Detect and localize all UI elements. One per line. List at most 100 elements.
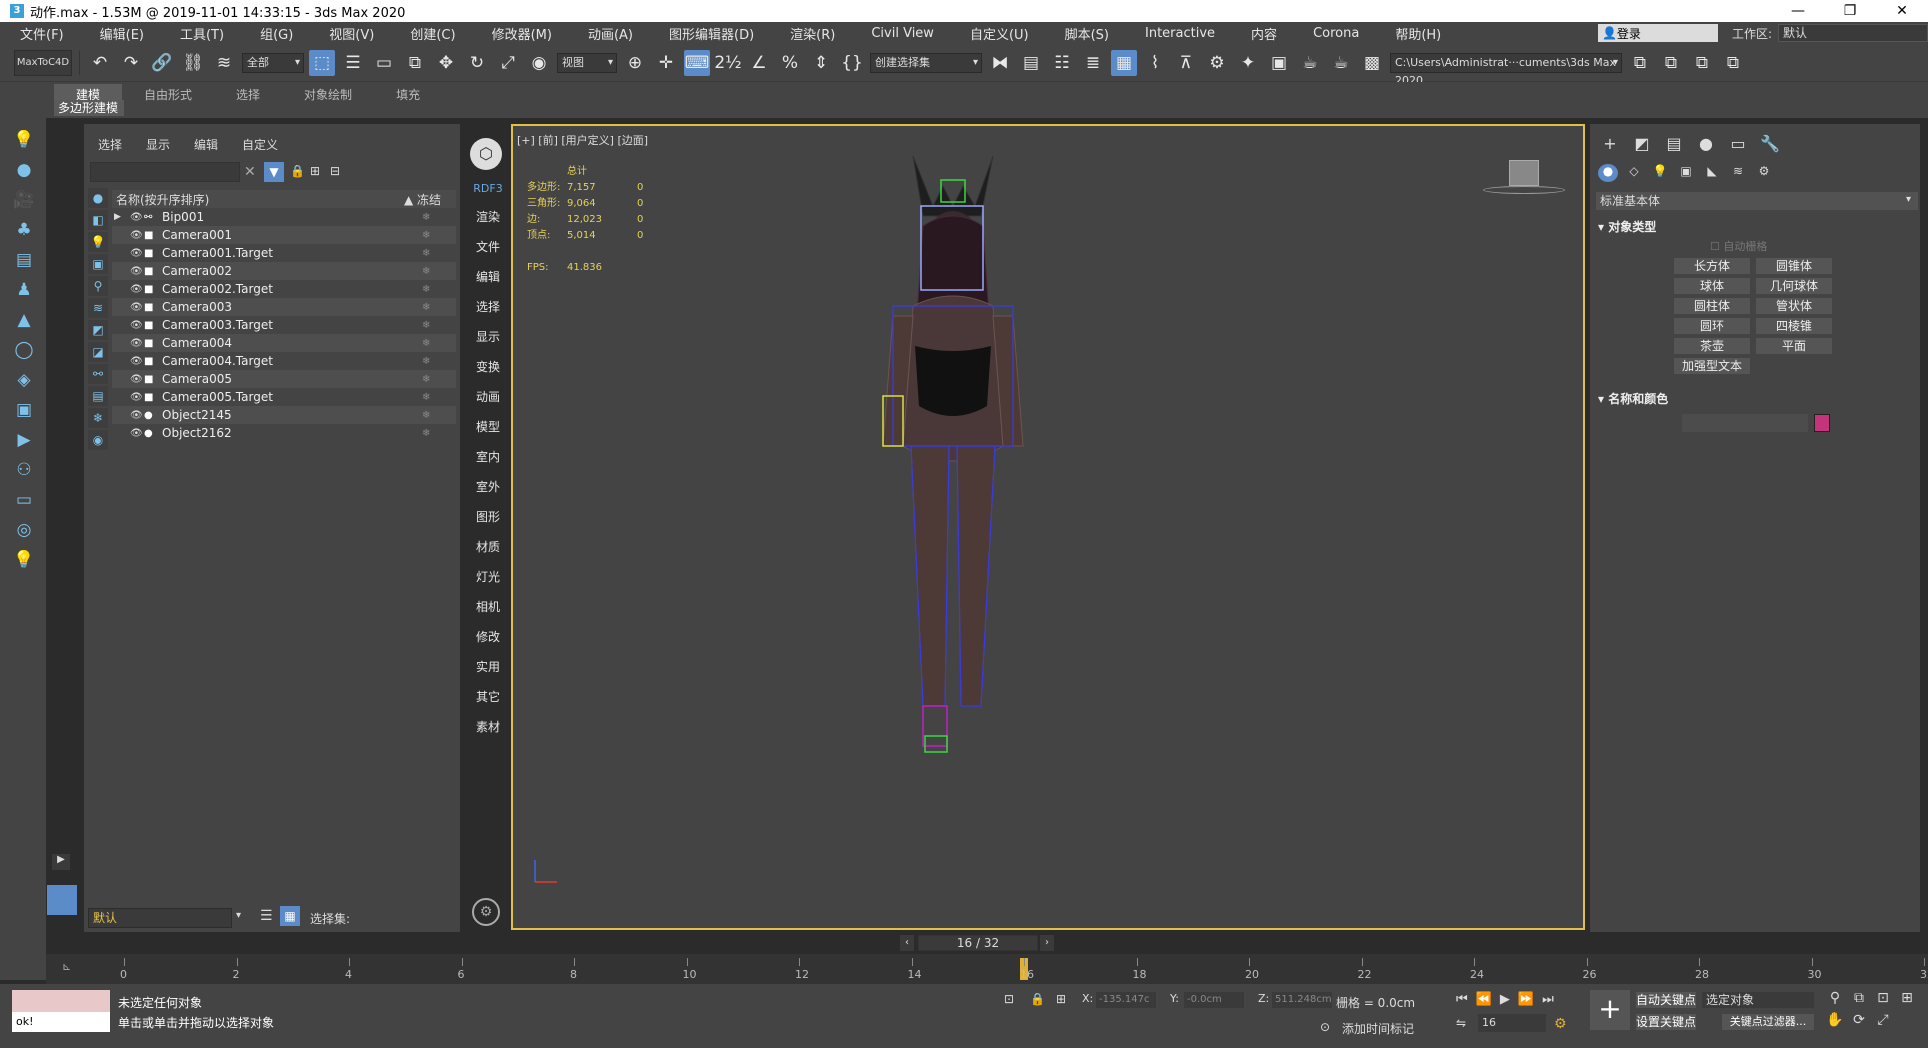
category-top[interactable]: RDF3 — [470, 182, 506, 195]
bind-spacewarp-icon[interactable]: ≋ — [211, 50, 237, 76]
time-slider-value[interactable]: 16 / 32 — [918, 935, 1038, 951]
explorer-menu-edit[interactable]: 编辑 — [194, 136, 218, 153]
spinner-snap-icon[interactable]: ⇕ — [808, 50, 834, 76]
ring-icon[interactable]: ◯ — [12, 338, 36, 362]
render-view-icon[interactable]: ▶ — [12, 428, 36, 452]
angle-snap-icon[interactable]: ∠ — [746, 50, 772, 76]
category-exterior[interactable]: 室外 — [470, 478, 506, 495]
menu-animation[interactable]: 动画(A) — [566, 24, 647, 43]
object-color-swatch[interactable] — [1814, 414, 1830, 432]
eye-icon[interactable]: 👁 — [130, 338, 144, 349]
menu-group[interactable]: 组(G) — [238, 24, 307, 43]
teapot-icon[interactable]: ◈ — [12, 368, 36, 392]
eye-icon[interactable]: 👁 — [130, 302, 144, 313]
table-row[interactable]: 👁 ■ Camera005.Target ❄ — [112, 388, 456, 406]
category-interior[interactable]: 室内 — [470, 448, 506, 465]
shapes-category-icon[interactable]: ◇ — [1624, 164, 1644, 182]
table-row[interactable]: 👁 ■ Camera004 ❄ — [112, 334, 456, 352]
menu-graph-editors[interactable]: 图形编辑器(D) — [647, 24, 768, 43]
geometry-category-icon[interactable]: ● — [1598, 164, 1618, 182]
freeze-icon[interactable]: ❄ — [422, 248, 430, 259]
eye-icon[interactable]: 👁 — [130, 410, 144, 421]
category-edit[interactable]: 编辑 — [470, 268, 506, 285]
geosphere-button[interactable]: 几何球体 — [1756, 278, 1832, 294]
character-model[interactable] — [853, 146, 1053, 756]
orbit-icon[interactable]: ⟳ — [1850, 1012, 1868, 1028]
category-other[interactable]: 其它 — [470, 688, 506, 705]
table-row[interactable]: 👁 ■ Camera003 ❄ — [112, 298, 456, 316]
eye-icon[interactable]: 👁 — [130, 248, 144, 259]
settings-gear-icon[interactable]: ⚙ — [472, 898, 500, 926]
percent-snap-icon[interactable]: % — [777, 50, 803, 76]
extra-tool-icon[interactable]: ⧉ — [1689, 50, 1715, 76]
category-file[interactable]: 文件 — [470, 238, 506, 255]
spotlight-icon[interactable]: ▲ — [12, 308, 36, 332]
bulb-icon[interactable]: 💡 — [12, 548, 36, 572]
time-config-icon[interactable]: ⚙ — [1554, 1016, 1567, 1032]
display-tab-icon[interactable]: ▭ — [1726, 134, 1750, 154]
hierarchy2-icon[interactable]: ⊟ — [330, 164, 340, 178]
freeze-icon[interactable]: ❄ — [422, 410, 430, 421]
object-type-rollout[interactable]: ▾ 对象类型 — [1598, 218, 1656, 235]
table-row[interactable]: 👁 ■ Camera005 ❄ — [112, 370, 456, 388]
login-button[interactable]: 👤 登录 — [1597, 24, 1718, 42]
explorer-search-input[interactable] — [90, 162, 240, 182]
named-selection-select[interactable]: 创建选择集 — [870, 52, 982, 73]
snap-toggle-icon[interactable]: 2½ — [714, 50, 741, 76]
category-render[interactable]: 渲染 — [470, 208, 506, 225]
table-icon[interactable]: ▤ — [12, 248, 36, 272]
table-row[interactable]: ▶ 👁 ⚯ Bip001 ❄ — [112, 208, 456, 226]
pyramid-button[interactable]: 四棱锥 — [1756, 318, 1832, 334]
auto-key-button[interactable]: 自动关键点 — [1636, 992, 1696, 1008]
menu-view[interactable]: 视图(V) — [307, 24, 388, 43]
render-frame-icon[interactable]: ▣ — [1266, 50, 1292, 76]
filter-groups-icon[interactable]: ◩ — [88, 320, 108, 340]
cylinder-button[interactable]: 圆柱体 — [1674, 298, 1750, 314]
filter-hidden-icon[interactable]: ◉ — [88, 430, 108, 450]
category-transform[interactable]: 变换 — [470, 358, 506, 375]
menu-scripting[interactable]: 脚本(S) — [1043, 24, 1123, 43]
create-tab-icon[interactable]: + — [1598, 134, 1622, 154]
tree-icon[interactable]: ♣ — [12, 218, 36, 242]
spacewarps-category-icon[interactable]: ≋ — [1728, 164, 1748, 182]
table-row[interactable]: 👁 ■ Camera002.Target ❄ — [112, 280, 456, 298]
modify-tab-icon[interactable]: ◩ — [1630, 134, 1654, 154]
add-time-tag[interactable]: 添加时间标记 — [1342, 1020, 1414, 1037]
filter-bones-icon[interactable]: ⚯ — [88, 364, 108, 384]
lock-selection-icon[interactable]: 🔒 — [1030, 992, 1045, 1006]
selected-object-select[interactable]: 选定对象 — [1702, 992, 1814, 1008]
select-manipulate-icon[interactable]: ✛ — [653, 50, 679, 76]
freeze-icon[interactable]: ❄ — [422, 302, 430, 313]
workspace-select[interactable]: 默认 — [1778, 24, 1928, 42]
freeze-icon[interactable]: ❄ — [422, 320, 430, 331]
viewport-front[interactable]: [+] [前] [用户定义] [边面] 总计 多边形: 7,157 0 三角形: 9,… — [511, 124, 1585, 930]
move-icon[interactable]: ✥ — [433, 50, 459, 76]
menu-rendering[interactable]: 渲染(R) — [768, 24, 849, 43]
keyboard-shortcut-icon[interactable]: ⌨ — [684, 49, 710, 76]
ribbon-tab-populate[interactable]: 填充 — [374, 84, 442, 105]
tube-button[interactable]: 管状体 — [1756, 298, 1832, 314]
menu-customize[interactable]: 自定义(U) — [948, 24, 1043, 43]
lock-icon[interactable]: 🔒 — [290, 164, 305, 178]
name-color-rollout[interactable]: ▾ 名称和颜色 — [1598, 390, 1668, 407]
track-bar[interactable]: ⊾ 02468101214161820222426283032 — [46, 954, 1928, 984]
filter-containers-icon[interactable]: ▤ — [88, 386, 108, 406]
hierarchy-view-icon[interactable]: ▦ — [280, 906, 300, 926]
cube-icon[interactable]: ⬡ — [470, 138, 502, 170]
project-folder-icon[interactable]: ⧉ — [1627, 50, 1653, 76]
filter-helpers-icon[interactable]: ⚲ — [88, 276, 108, 296]
zoom-all-icon[interactable]: ⧉ — [1850, 990, 1868, 1006]
filter-spacewarps-icon[interactable]: ≋ — [88, 298, 108, 318]
textplus-button[interactable]: 加强型文本 — [1674, 358, 1750, 374]
eye-icon[interactable]: 👁 — [130, 392, 144, 403]
create-light-icon[interactable]: 💡 — [12, 128, 36, 152]
category-modify[interactable]: 修改 — [470, 628, 506, 645]
filter-cameras-icon[interactable]: ▣ — [88, 254, 108, 274]
maximize-viewport-icon[interactable]: ⤢ — [1874, 1012, 1892, 1028]
edit-named-sets-icon[interactable]: {} — [839, 50, 865, 76]
ribbon-polygon-modeling[interactable]: 多边形建模 — [54, 100, 124, 116]
category-animation[interactable]: 动画 — [470, 388, 506, 405]
explorer-menu-select[interactable]: 选择 — [98, 136, 122, 153]
viewport-label[interactable]: [+] [前] [用户定义] [边面] — [517, 132, 648, 148]
menu-modifiers[interactable]: 修改器(M) — [470, 24, 566, 43]
